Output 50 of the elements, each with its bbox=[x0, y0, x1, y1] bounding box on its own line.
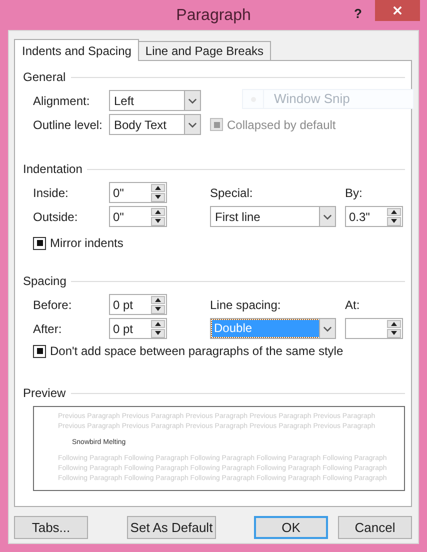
dialog-button[interactable]: Cancel bbox=[338, 516, 412, 539]
dialog-button[interactable]: Set As Default bbox=[127, 516, 216, 539]
field-label: After: bbox=[33, 320, 63, 338]
spin-field[interactable]: 0 pt bbox=[109, 294, 167, 315]
dropdown[interactable]: First line bbox=[210, 206, 336, 227]
field-label: Outline level: bbox=[33, 116, 104, 134]
spin-field[interactable]: 0 pt bbox=[109, 318, 167, 339]
spin-arrows-icon[interactable] bbox=[387, 320, 401, 338]
overlay-label: Window Snip bbox=[274, 90, 350, 108]
field-label: Before: bbox=[33, 296, 73, 314]
section-heading: General bbox=[23, 69, 66, 86]
field-label: Alignment: bbox=[33, 92, 91, 110]
spin-field[interactable]: 0" bbox=[109, 206, 167, 227]
checkbox-label: Collapsed by default bbox=[227, 116, 336, 134]
chevron-down-icon bbox=[188, 122, 197, 128]
chevron-down-icon bbox=[188, 98, 197, 104]
window-title: Paragraph bbox=[176, 6, 251, 26]
section-heading: Spacing bbox=[23, 273, 66, 290]
checkbox[interactable] bbox=[33, 236, 46, 250]
chevron-down-icon bbox=[323, 214, 332, 220]
spin-arrows-icon[interactable] bbox=[387, 208, 401, 226]
field-label: Outside: bbox=[33, 208, 79, 226]
field-label: At: bbox=[345, 296, 360, 314]
help-button[interactable]: ? bbox=[354, 4, 362, 24]
dropdown[interactable]: Body Text bbox=[109, 114, 201, 135]
field-label: Special: bbox=[210, 184, 254, 202]
checkbox[interactable] bbox=[33, 344, 46, 358]
tab[interactable]: Indents and Spacing bbox=[14, 39, 140, 61]
spin-field[interactable] bbox=[345, 318, 403, 339]
spin-arrows-icon[interactable] bbox=[151, 208, 165, 226]
selected-value: Double bbox=[212, 320, 319, 337]
checkbox-label: Don't add space between paragraphs of the same style bbox=[50, 343, 344, 360]
section-heading: Indentation bbox=[23, 161, 82, 178]
dialog-button[interactable]: Tabs... bbox=[14, 516, 88, 539]
tab[interactable]: Line and Page Breaks bbox=[139, 41, 271, 60]
spin-field[interactable]: 0.3" bbox=[345, 206, 403, 227]
spin-field[interactable]: 0" bbox=[109, 182, 167, 203]
checkbox-label: Mirror indents bbox=[50, 235, 124, 252]
chevron-down-icon bbox=[323, 326, 332, 332]
field-label: Line spacing: bbox=[210, 296, 282, 314]
close-icon bbox=[393, 6, 402, 15]
section-heading: Preview bbox=[23, 385, 66, 402]
spin-arrows-icon[interactable] bbox=[151, 320, 165, 338]
spin-arrows-icon[interactable] bbox=[151, 184, 165, 202]
spin-arrows-icon[interactable] bbox=[151, 296, 165, 314]
dropdown[interactable]: Left bbox=[109, 90, 201, 111]
dialog-button[interactable]: OK bbox=[254, 516, 328, 539]
field-label: Inside: bbox=[33, 184, 70, 202]
field-label: By: bbox=[345, 184, 362, 202]
close-button[interactable] bbox=[375, 0, 420, 21]
